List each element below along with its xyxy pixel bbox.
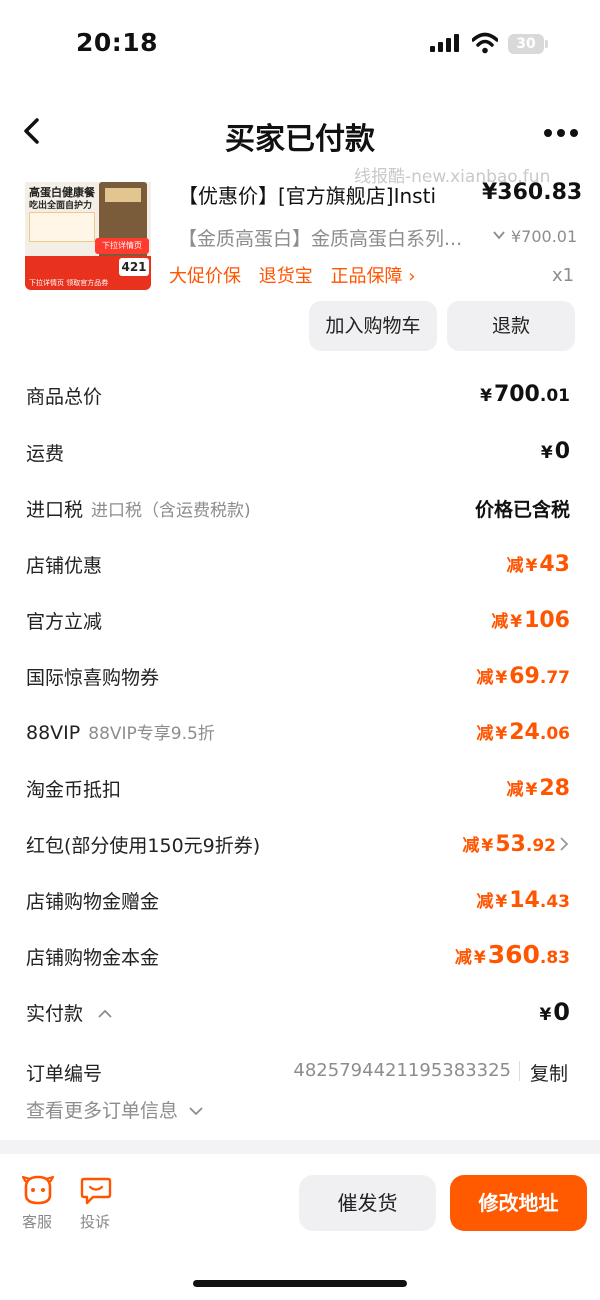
complaint-icon[interactable] bbox=[79, 1173, 113, 1207]
row-label-shop-gift-credit: 店铺购物金赠金 bbox=[26, 891, 160, 913]
product-thumbnail[interactable]: 高蛋白健康餐 吃出全面自护力 下拉详情页 421 下拉详情页 领取官方品券 bbox=[25, 168, 151, 290]
row-value-shipping: ¥0 bbox=[540, 439, 570, 464]
tag-return-insurance[interactable]: 退货宝 bbox=[259, 266, 313, 287]
row-value-official-discount: 减 ¥106 bbox=[491, 608, 570, 633]
chevron-down-icon bbox=[189, 1107, 203, 1116]
battery-indicator: 30 bbox=[508, 34, 544, 54]
row-label-actual-paid[interactable]: 实付款 bbox=[26, 999, 113, 1026]
row-value-import-tax: 价格已含税 bbox=[474, 499, 570, 521]
row-value-shop-gift-credit: 减 ¥14.43 bbox=[476, 888, 570, 913]
divider bbox=[519, 1061, 520, 1081]
row-label-shop-discount: 店铺优惠 bbox=[26, 555, 103, 577]
row-value-actual-paid: ¥0 bbox=[539, 998, 570, 1026]
product-quantity: x1 bbox=[552, 265, 575, 286]
more-options-icon[interactable] bbox=[543, 128, 579, 138]
row-label-taojinbi: 淘金币抵扣 bbox=[26, 779, 122, 801]
cellular-signal-icon bbox=[430, 34, 459, 52]
order-number-label: 订单编号 bbox=[26, 1063, 103, 1085]
row-value-intl-coupon: 减 ¥69.77 bbox=[476, 664, 570, 689]
product-spec[interactable]: 【金质高蛋白】金质高蛋白系列... bbox=[178, 224, 478, 251]
product-name[interactable]: 【优惠价】[官方旗舰店]Insti bbox=[178, 180, 468, 209]
row-label-shipping: 运费 bbox=[26, 443, 65, 465]
refund-button[interactable]: 退款 bbox=[447, 301, 575, 351]
page-title: 买家已付款 bbox=[225, 122, 375, 157]
customer-service-label[interactable]: 客服 bbox=[22, 1211, 52, 1232]
row-value-red-packet[interactable]: 减 ¥53.92 bbox=[462, 831, 556, 857]
more-order-info-link[interactable]: 查看更多订单信息 bbox=[26, 1096, 204, 1123]
add-to-cart-button[interactable]: 加入购物车 bbox=[309, 301, 437, 351]
row-value-88vip: 减 ¥24.06 bbox=[476, 720, 570, 745]
home-indicator bbox=[193, 1280, 407, 1287]
row-value-total: ¥700.01 bbox=[480, 382, 570, 407]
row-value-shop-principal-credit: 减 ¥360.83 bbox=[454, 940, 570, 969]
battery-tip bbox=[545, 40, 548, 48]
product-original-price: ¥700.01 bbox=[511, 227, 578, 246]
row-label-red-packet[interactable]: 红包(部分使用150元9折券) bbox=[26, 831, 260, 858]
row-label-import-tax: 进口税 进口税（含运费税款) bbox=[26, 499, 251, 521]
tag-authentic-guarantee[interactable]: 正品保障 › bbox=[330, 266, 415, 287]
row-label-intl-coupon: 国际惊喜购物券 bbox=[26, 667, 160, 689]
modify-address-button[interactable]: 修改地址 bbox=[450, 1175, 587, 1231]
complaint-label[interactable]: 投诉 bbox=[80, 1211, 110, 1232]
urge-shipping-button[interactable]: 催发货 bbox=[299, 1175, 436, 1231]
import-tax-sub: 进口税（含运费税款) bbox=[91, 501, 251, 521]
thumb-price: 421 bbox=[119, 258, 149, 276]
thumb-headline-2: 吃出全面自护力 bbox=[29, 201, 93, 211]
product-price: ¥360.83 bbox=[482, 180, 583, 205]
vip-sub: 88VIP专享9.5折 bbox=[88, 724, 215, 744]
wifi-icon bbox=[472, 32, 498, 54]
tag-price-protect[interactable]: 大促价保 bbox=[169, 266, 241, 287]
row-value-shop-discount: 减 ¥43 bbox=[506, 552, 570, 577]
row-value-taojinbi: 减 ¥28 bbox=[506, 776, 570, 801]
chevron-up-icon[interactable] bbox=[97, 1008, 113, 1020]
chevron-right-icon[interactable] bbox=[558, 836, 570, 852]
row-label-88vip: 88VIP 88VIP专享9.5折 bbox=[26, 722, 215, 744]
section-divider bbox=[0, 1140, 600, 1154]
thumb-coupon-badge: 下拉详情页 bbox=[95, 238, 149, 254]
thumb-bottom-text: 下拉详情页 领取官方品券 bbox=[29, 279, 109, 287]
row-label-total: 商品总价 bbox=[26, 386, 103, 408]
chevron-down-icon[interactable] bbox=[492, 228, 506, 242]
service-tags[interactable]: 大促价保 退货宝 正品保障 › bbox=[169, 262, 427, 288]
status-time: 20:18 bbox=[76, 28, 159, 57]
row-label-shop-principal-credit: 店铺购物金本金 bbox=[26, 947, 160, 969]
row-label-official-discount: 官方立减 bbox=[26, 611, 103, 633]
customer-service-icon[interactable] bbox=[21, 1173, 55, 1207]
order-number: 4825794421195383325 bbox=[293, 1060, 511, 1081]
copy-order-button[interactable]: 复制 bbox=[530, 1059, 568, 1086]
